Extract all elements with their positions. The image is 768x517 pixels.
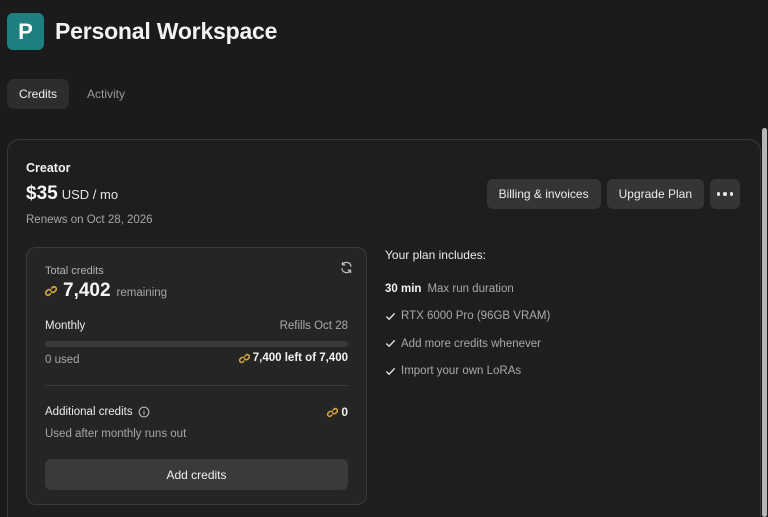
feature-item: RTX 6000 Pro (96GB VRAM): [385, 303, 550, 331]
feature-item: Add more credits whenever: [385, 330, 550, 358]
page-title: Personal Workspace: [55, 18, 278, 44]
additional-credits-label: Additional credits: [45, 406, 150, 418]
info-icon[interactable]: [138, 406, 150, 418]
plan-includes-title: Your plan includes:: [385, 248, 486, 262]
coin-link-icon: [45, 286, 57, 296]
total-credits-row: 7,402 remaining: [45, 280, 167, 302]
additional-credits-text: Additional credits: [45, 406, 133, 418]
check-icon: [386, 312, 395, 320]
check-icon: [386, 367, 395, 375]
renewal-date: Renews on Oct 28, 2026: [26, 214, 153, 226]
additional-credits-value: 0: [327, 405, 348, 419]
tab-credits[interactable]: Credits: [7, 79, 70, 109]
run-duration-item: 30 min Max run duration: [385, 275, 550, 303]
plan-actions: Billing & invoices Upgrade Plan: [486, 179, 740, 209]
add-credits-button[interactable]: Add credits: [45, 459, 348, 490]
check-icon: [386, 340, 395, 348]
scrollbar[interactable]: [762, 128, 767, 517]
tab-activity[interactable]: Activity: [73, 79, 139, 109]
plan-card: Creator $35 USD / mo Renews on Oct 28, 2…: [7, 139, 761, 517]
plan-price-row: $35 USD / mo: [26, 183, 118, 205]
credits-panel: Total credits 7,402 remaining Monthly Re…: [26, 247, 367, 505]
coin-link-icon: [238, 353, 250, 363]
feature-item: Import your own LoRAs: [385, 358, 550, 386]
additional-credits-number: 0: [341, 405, 348, 419]
more-options-button[interactable]: [710, 179, 740, 209]
monthly-label: Monthly: [45, 320, 86, 332]
credits-left-label: 7,400 left of 7,400: [252, 352, 348, 364]
total-credits-value: 7,402: [63, 280, 111, 301]
refresh-icon[interactable]: [340, 261, 353, 274]
feature-label: Add more credits whenever: [401, 337, 541, 350]
run-duration-label: Max run duration: [427, 282, 514, 295]
more-horizontal-icon: [716, 192, 734, 196]
divider: [45, 385, 348, 386]
feature-label: Import your own LoRAs: [401, 365, 522, 378]
workspace-header: P Personal Workspace: [7, 13, 277, 50]
plan-price: $35: [26, 183, 58, 204]
upgrade-plan-button[interactable]: Upgrade Plan: [606, 179, 704, 209]
feature-label: RTX 6000 Pro (96GB VRAM): [401, 310, 551, 323]
plan-includes: Your plan includes: 30 min Max run durat…: [385, 248, 550, 385]
workspace-avatar: P: [7, 13, 44, 50]
monthly-usage-bar: [45, 341, 348, 347]
plan-name: Creator: [26, 161, 71, 175]
total-credits-label: Total credits: [45, 265, 104, 277]
tab-bar: Credits Activity: [7, 79, 139, 109]
billing-invoices-button[interactable]: Billing & invoices: [486, 179, 601, 209]
coin-link-icon: [327, 407, 339, 417]
used-count: 0 used: [45, 354, 80, 366]
remaining-label: remaining: [116, 287, 168, 299]
plan-price-unit: USD / mo: [61, 187, 119, 202]
run-duration-value: 30 min: [385, 282, 422, 295]
credits-left: 7,400 left of 7,400: [238, 352, 348, 364]
additional-credits-note: Used after monthly runs out: [45, 428, 187, 440]
refills-date: Refills Oct 28: [279, 320, 348, 332]
